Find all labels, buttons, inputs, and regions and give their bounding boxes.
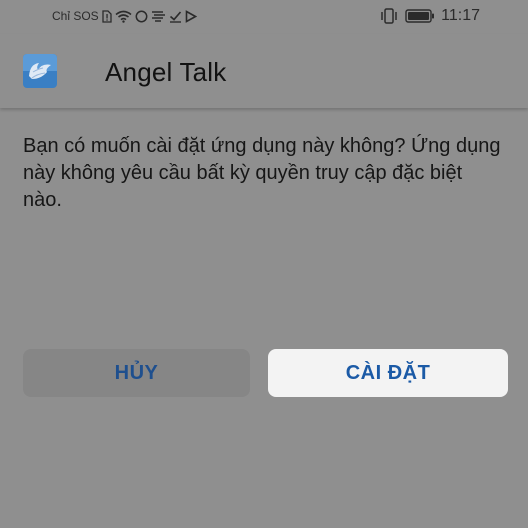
cancel-button[interactable]: HỦY	[23, 349, 250, 397]
install-button[interactable]: CÀI ĐẶT	[268, 349, 508, 397]
status-bar: Chỉ SOS 11:17	[0, 0, 528, 34]
app-title: Angel Talk	[105, 57, 227, 87]
status-right: 11:17	[379, 7, 480, 25]
battery-icon	[405, 9, 435, 23]
sim-alert-icon	[102, 9, 112, 23]
wifi-icon	[115, 10, 132, 23]
clock: 11:17	[441, 7, 480, 24]
app-header: Angel Talk	[0, 34, 528, 108]
play-icon	[185, 9, 197, 23]
vibrate-icon	[379, 8, 399, 24]
circle-icon	[135, 10, 148, 23]
install-prompt-message: Bạn có muốn cài đặt ứng dụng này không? …	[23, 135, 501, 211]
cast-icon	[151, 10, 166, 22]
angel-wings-icon	[23, 54, 57, 88]
status-left: Chỉ SOS	[52, 9, 197, 23]
carrier-label: Chỉ SOS	[52, 9, 99, 23]
check-icon	[169, 10, 182, 23]
